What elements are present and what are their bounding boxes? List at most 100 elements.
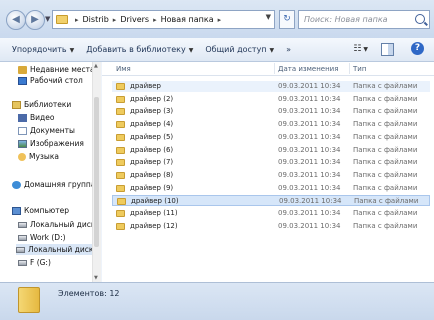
- video-icon: [18, 113, 27, 122]
- column-divider[interactable]: [274, 63, 275, 74]
- nav-scrollbar[interactable]: ▲ ▼: [92, 62, 101, 282]
- file-type: Папка с файлами: [353, 132, 418, 141]
- table-row[interactable]: драйвер (2) 09.03.2011 10:34 Папка с файла…: [112, 94, 430, 105]
- file-date: 09.03.2011 10:34: [278, 183, 341, 192]
- nav-item-computer[interactable]: Компьютер: [12, 205, 69, 216]
- column-header-name[interactable]: Имя: [116, 65, 131, 73]
- organize-button[interactable]: Упорядочить ▼: [12, 45, 74, 54]
- drive-icon: [18, 221, 27, 228]
- table-row[interactable]: драйвер (9) 09.03.2011 10:34 Папка с файла…: [112, 183, 430, 194]
- folder-icon: [117, 198, 126, 206]
- file-name: драйвер (7): [130, 158, 174, 167]
- breadcrumb-drivers[interactable]: Drivers: [120, 15, 149, 24]
- file-date: 09.03.2011 10:34: [278, 221, 341, 230]
- share-label: Общий доступ: [205, 45, 267, 54]
- nav-label: Видео: [30, 113, 55, 122]
- organize-label: Упорядочить: [12, 45, 67, 54]
- preview-pane-icon[interactable]: [381, 43, 394, 56]
- table-row[interactable]: драйвер (10) 09.03.2011 10:34 Папка с файл…: [112, 195, 430, 207]
- table-row[interactable]: драйвер 09.03.2011 10:34 Папка с файлами: [112, 81, 430, 92]
- file-name: драйвер (9): [130, 183, 174, 192]
- table-row[interactable]: драйвер (5) 09.03.2011 10:34 Папка с файла…: [112, 132, 430, 143]
- libraries-icon: [12, 100, 21, 109]
- details-pane: Элементов: 12: [0, 282, 434, 320]
- nav-item-f-g[interactable]: F (G:): [18, 257, 51, 268]
- chevron-right-icon[interactable]: ▸: [113, 16, 117, 24]
- share-button[interactable]: Общий доступ ▼: [205, 45, 274, 54]
- add-to-library-button[interactable]: Добавить в библиотеку ▼: [86, 45, 193, 54]
- nav-item-recent-places[interactable]: Недавние места: [18, 64, 95, 75]
- nav-item-documents[interactable]: Документы: [18, 125, 75, 136]
- nav-item-music[interactable]: Музыка: [18, 151, 59, 162]
- help-icon[interactable]: ?: [411, 42, 424, 55]
- homegroup-icon: [12, 180, 21, 189]
- address-bar-area: ◀ ▶ ▼ ▸ Distrib ▸ Drivers ▸ Новая папка …: [0, 0, 434, 38]
- chevron-right-icon[interactable]: ▸: [153, 16, 157, 24]
- address-bar[interactable]: ▸ Distrib ▸ Drivers ▸ Новая папка ▸ ▼: [52, 10, 275, 29]
- nav-item-homegroup[interactable]: Домашняя группа: [12, 179, 95, 190]
- chevron-right-icon[interactable]: ▸: [218, 16, 222, 24]
- chevron-down-icon: ▼: [188, 47, 194, 54]
- column-headers: Имя Дата изменения Тип: [102, 62, 434, 76]
- drive-icon: [18, 234, 27, 241]
- drive-icon: [16, 246, 25, 253]
- search-placeholder: Поиск: Новая папка: [304, 15, 388, 24]
- table-row[interactable]: драйвер (7) 09.03.2011 10:34 Папка с файла…: [112, 157, 430, 168]
- chevron-down-icon: ▼: [69, 47, 75, 54]
- nav-item-local-disk-selected[interactable]: Локальный диск: [16, 244, 96, 255]
- recent-pages-dropdown[interactable]: ▼: [45, 15, 50, 23]
- file-name: драйвер (11): [130, 209, 178, 217]
- address-dropdown-icon[interactable]: ▼: [266, 13, 271, 21]
- file-name: драйвер (8): [130, 170, 174, 179]
- add-to-library-label: Добавить в библиотеку: [86, 45, 186, 54]
- scroll-down-icon[interactable]: ▼: [94, 275, 98, 281]
- column-header-date[interactable]: Дата изменения: [278, 65, 338, 73]
- back-button[interactable]: ◀: [6, 10, 26, 30]
- file-type: Папка с файлами: [353, 221, 418, 230]
- nav-item-desktop[interactable]: Рабочий стол: [18, 75, 83, 86]
- file-name: драйвер (5): [130, 132, 174, 141]
- table-row[interactable]: драйвер (4) 09.03.2011 10:34 Папка с файла…: [112, 119, 430, 130]
- table-row[interactable]: драйвер (6) 09.03.2011 10:34 Папка с файла…: [112, 145, 430, 156]
- folder-icon: [116, 184, 125, 192]
- folder-icon: [116, 121, 125, 129]
- column-divider[interactable]: [349, 63, 350, 74]
- forward-button[interactable]: ▶: [25, 10, 45, 30]
- command-bar: Упорядочить ▼ Добавить в библиотеку ▼ Общи…: [0, 38, 434, 62]
- refresh-button[interactable]: ↻: [279, 10, 295, 29]
- file-date: 09.03.2011 10:34: [278, 145, 341, 154]
- file-type: Папка с файлами: [353, 170, 418, 179]
- table-row[interactable]: драйвер (8) 09.03.2011 10:34 Папка с файла…: [112, 170, 430, 181]
- nav-label: Work (D:): [30, 233, 66, 242]
- file-name: драйвер: [130, 82, 161, 90]
- music-icon: [18, 152, 26, 161]
- file-type: Папка с файлами: [353, 145, 418, 154]
- chevron-right-icon[interactable]: ▸: [75, 16, 79, 24]
- nav-item-local-disk-c[interactable]: Локальный диск: [18, 219, 95, 230]
- change-view-button[interactable]: ☷ ▼: [353, 44, 368, 54]
- nav-item-pictures[interactable]: Изображения: [18, 138, 84, 149]
- more-commands-button[interactable]: »: [286, 45, 291, 54]
- file-date: 09.03.2011 10:34: [279, 197, 342, 206]
- search-icon: [415, 14, 425, 24]
- file-name: драйвер (3): [130, 107, 174, 116]
- nav-item-video[interactable]: Видео: [18, 112, 54, 123]
- search-input[interactable]: Поиск: Новая папка: [298, 10, 430, 29]
- table-row[interactable]: драйвер (3) 09.03.2011 10:34 Папка с файла…: [112, 106, 430, 117]
- folder-icon: [116, 108, 125, 116]
- breadcrumb-distrib[interactable]: Distrib: [83, 15, 109, 24]
- file-type: Папка с файлами: [353, 82, 418, 90]
- nav-item-work-d[interactable]: Work (D:): [18, 232, 66, 243]
- table-row[interactable]: драйвер (11) 09.03.2011 10:34 Папка с файл…: [112, 208, 430, 219]
- nav-label: Музыка: [29, 152, 59, 161]
- file-date: 09.03.2011 10:34: [278, 82, 341, 90]
- nav-item-libraries[interactable]: Библиотеки: [12, 99, 71, 110]
- table-row[interactable]: драйвер (12) 09.03.2011 10:34 Папка с файл…: [112, 221, 430, 232]
- scroll-up-icon[interactable]: ▲: [94, 63, 98, 69]
- folder-icon: [116, 171, 125, 179]
- column-header-type[interactable]: Тип: [353, 65, 366, 73]
- nav-scroll-thumb[interactable]: [94, 97, 99, 247]
- nav-label: F (G:): [30, 258, 51, 267]
- explorer-window: ◀ ▶ ▼ ▸ Distrib ▸ Drivers ▸ Новая папка …: [0, 0, 434, 320]
- breadcrumb-new-folder[interactable]: Новая папка: [161, 15, 214, 24]
